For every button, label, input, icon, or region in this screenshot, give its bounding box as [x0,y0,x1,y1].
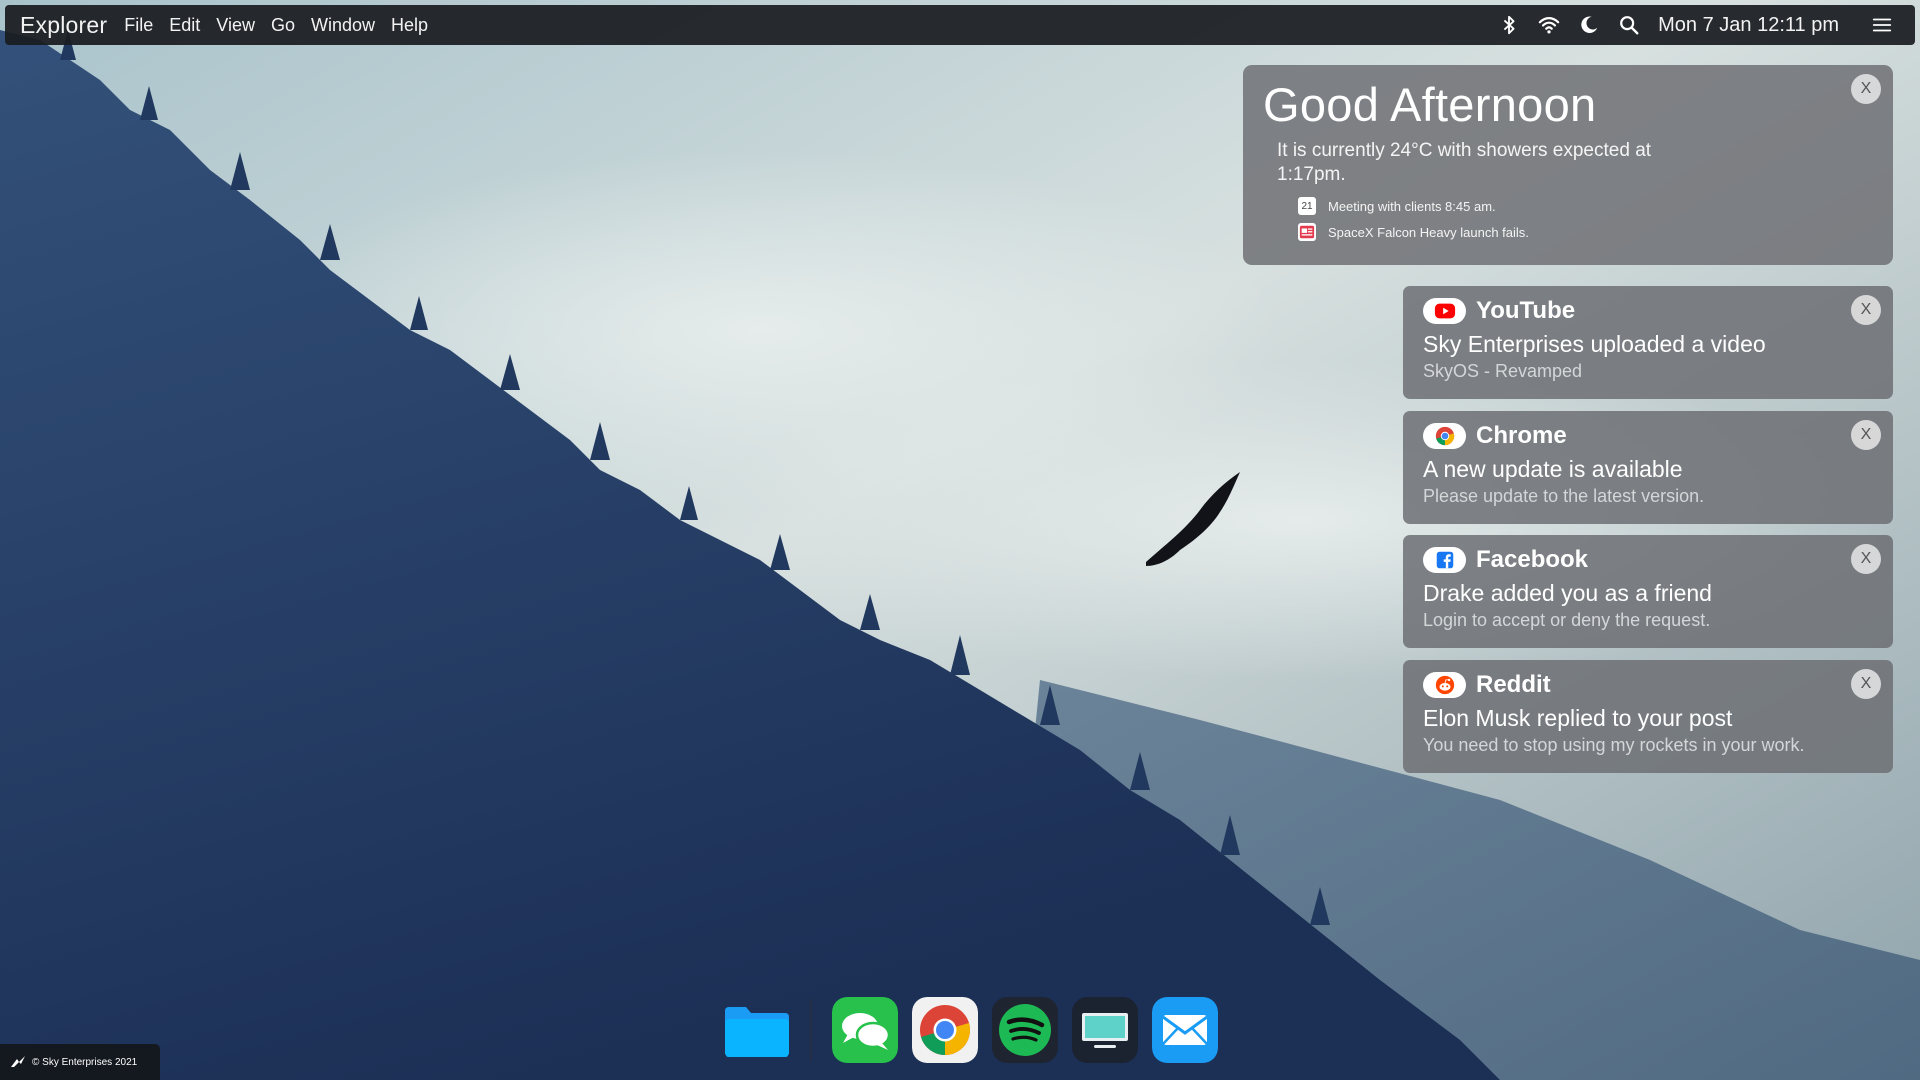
notification-title: Drake added you as a friend [1423,580,1712,606]
notification-app-name: Reddit [1476,671,1551,698]
menu-go[interactable]: Go [271,15,295,36]
wifi-icon[interactable] [1536,12,1562,38]
copyright-text: © Sky Enterprises 2021 [32,1056,138,1068]
notification-body: Login to accept or deny the request. [1423,610,1711,630]
bluetooth-icon[interactable] [1496,12,1522,38]
menu-file[interactable]: File [124,15,153,36]
event-text: Meeting with clients 8:45 am. [1328,198,1496,214]
notification-close-button[interactable]: X [1851,669,1881,699]
app-name[interactable]: Explorer [20,12,107,39]
chrome-icon[interactable] [912,997,978,1063]
notification-facebook[interactable]: Facebook Drake added you as a friend Log… [1403,535,1893,648]
notification-app-name: YouTube [1476,297,1576,324]
hamburger-menu-icon[interactable] [1869,12,1895,38]
menu-bar: Explorer File Edit View Go Window Help M… [5,5,1915,45]
notification-reddit[interactable]: Reddit Elon Musk replied to your post Yo… [1403,660,1893,773]
menu-edit[interactable]: Edit [169,15,200,36]
calendar-icon: 21 [1298,197,1316,215]
notification-app-name: Facebook [1476,546,1589,573]
dock-separator [810,999,812,1061]
menu-help[interactable]: Help [391,15,428,36]
monitor-icon[interactable] [1072,997,1138,1063]
facebook-icon [1423,547,1466,573]
notification-close-button[interactable]: X [1851,295,1881,325]
notification-close-button[interactable]: X [1851,420,1881,450]
menu-view[interactable]: View [216,15,255,36]
notification-app-name: Chrome [1476,422,1567,449]
notification-title: Sky Enterprises uploaded a video [1423,331,1766,357]
reddit-icon [1423,672,1466,698]
event-text: SpaceX Falcon Heavy launch fails. [1328,224,1529,240]
news-icon [1298,223,1316,241]
copyright-badge: © Sky Enterprises 2021 [0,1044,160,1080]
clock[interactable]: Mon 7 Jan 12:11 pm [1658,14,1839,37]
event-news[interactable]: SpaceX Falcon Heavy launch fails. [1298,223,1873,241]
youtube-icon [1423,298,1466,324]
notification-title: Elon Musk replied to your post [1423,705,1733,731]
notification-close-button[interactable]: X [1851,544,1881,574]
event-meeting[interactable]: 21 Meeting with clients 8:45 am. [1298,197,1873,215]
greeting-widget: Good Afternoon It is currently 24°C with… [1243,65,1893,265]
weather-summary: It is currently 24°C with showers expect… [1277,140,1652,185]
folder-icon[interactable] [724,997,790,1063]
greeting-title: Good Afternoon [1263,78,1597,131]
menu-window[interactable]: Window [311,15,375,36]
greeting-close-button[interactable]: X [1851,74,1881,104]
mail-icon[interactable] [1152,997,1218,1063]
notification-body: SkyOS - Revamped [1423,361,1583,381]
notification-chrome[interactable]: Chrome A new update is available Please … [1403,411,1893,524]
moon-icon[interactable] [1576,12,1602,38]
notification-body: You need to stop using my rockets in you… [1423,735,1805,755]
chrome-icon [1423,423,1466,449]
search-icon[interactable] [1616,12,1642,38]
eagle-logo-icon [11,1056,25,1067]
spotify-icon[interactable] [992,997,1058,1063]
messages-icon[interactable] [832,997,898,1063]
notification-body: Please update to the latest version. [1423,486,1705,506]
dock [724,997,1232,1063]
notification-youtube[interactable]: YouTube Sky Enterprises uploaded a video… [1403,286,1893,399]
notification-title: A new update is available [1423,456,1683,482]
